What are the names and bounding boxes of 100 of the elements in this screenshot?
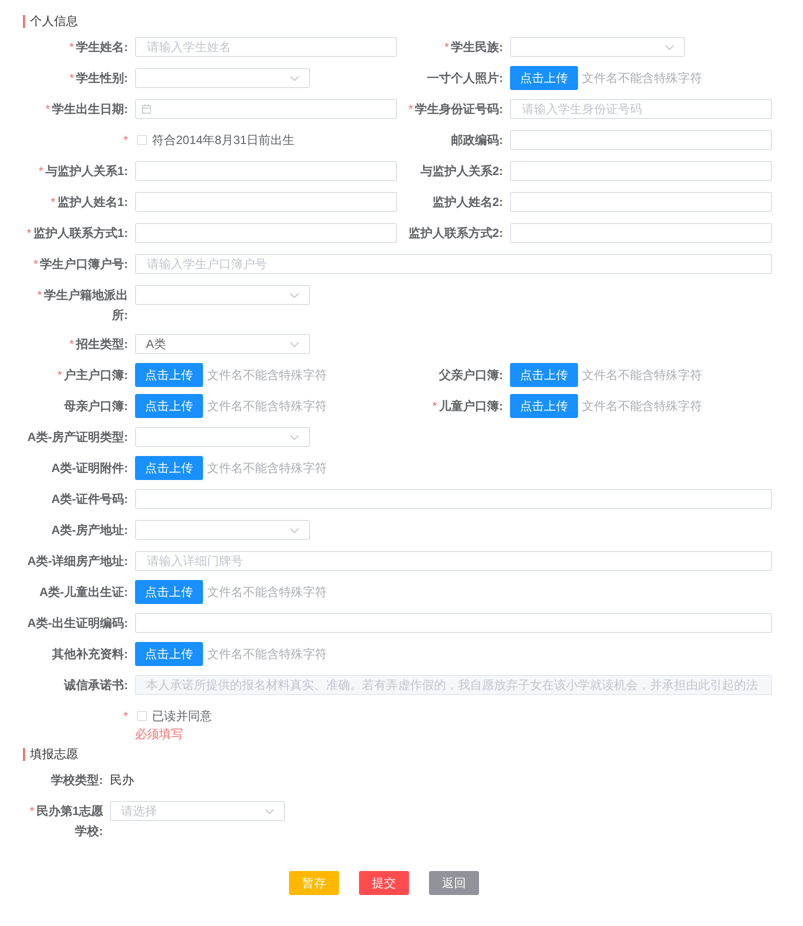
field-label: A类-房产地址: (51, 523, 128, 537)
field-label: 学生户籍地派出所: (44, 288, 128, 322)
submit-button[interactable]: 提交 (359, 871, 409, 895)
field-label: 监护人联系方式1: (33, 226, 128, 240)
upload-hint: 文件名不能含特殊字符 (207, 367, 327, 384)
required-mark: * (444, 40, 449, 54)
field-label: 学生姓名: (76, 40, 128, 54)
select-field[interactable]: A类 (135, 334, 310, 354)
input-field[interactable] (510, 192, 772, 212)
upload-hint: 文件名不能含特殊字符 (207, 460, 327, 477)
upload-button[interactable]: 点击上传 (135, 580, 203, 604)
field-label: 与监护人关系2: (420, 164, 503, 178)
field-label: 与监护人关系1: (45, 164, 128, 178)
select-field[interactable] (510, 37, 685, 57)
upload-button[interactable]: 点击上传 (135, 642, 203, 666)
field-label: A类-儿童出生证: (39, 585, 128, 599)
input-field[interactable] (510, 130, 772, 150)
required-mark: * (33, 257, 38, 271)
required-mark: * (38, 164, 44, 178)
upload-hint: 文件名不能含特殊字符 (582, 70, 702, 87)
select-field[interactable]: 请选择 (110, 801, 285, 821)
required-mark: * (26, 226, 32, 240)
input-field[interactable] (135, 161, 397, 181)
field-label: A类-详细房产地址: (27, 554, 128, 568)
field-label: 父亲户口簿: (439, 368, 503, 382)
input-field[interactable]: 请输入学生身份证号码 (510, 99, 772, 119)
input-field[interactable]: 请输入详细门牌号 (135, 551, 772, 571)
caret-icon (290, 434, 299, 440)
field-label: 监护人联系方式2: (408, 226, 503, 240)
required-mark: * (57, 368, 62, 382)
upload-hint: 文件名不能含特殊字符 (582, 367, 702, 384)
date-field[interactable] (135, 99, 397, 119)
required-mark: * (37, 288, 42, 302)
required-mark: * (69, 71, 74, 85)
required-mark: * (432, 399, 437, 413)
required-mark: * (123, 709, 128, 723)
field-label: A类-证件号码: (51, 492, 128, 506)
upload-button[interactable]: 点击上传 (135, 394, 203, 418)
input-field[interactable] (135, 489, 772, 509)
required-mark: * (123, 133, 128, 147)
required-mark: * (30, 804, 34, 818)
upload-hint: 文件名不能含特殊字符 (207, 646, 327, 663)
field-label: A类-出生证明编码: (27, 616, 128, 630)
caret-icon (290, 292, 299, 298)
upload-button[interactable]: 点击上传 (135, 363, 203, 387)
section-title: 个人信息 (30, 13, 78, 29)
upload-button[interactable]: 点击上传 (135, 456, 203, 480)
field-label: 学生民族: (451, 40, 503, 54)
input-field[interactable] (135, 223, 397, 243)
required-mark: * (69, 40, 74, 54)
required-mark: * (69, 337, 74, 351)
input-field[interactable]: 请输入学生户口簿户号 (135, 254, 772, 274)
field-label: A类-房产证明类型: (27, 430, 128, 444)
select-field[interactable] (135, 68, 310, 88)
save-draft-button[interactable]: 暂存 (289, 871, 339, 895)
checkbox[interactable] (137, 135, 147, 145)
upload-hint: 文件名不能含特殊字符 (207, 398, 327, 415)
upload-button[interactable]: 点击上传 (510, 66, 578, 90)
required-mark: * (45, 102, 50, 116)
field-label: 监护人姓名1: (57, 195, 128, 209)
upload-hint: 文件名不能含特殊字符 (207, 584, 327, 601)
caret-icon (290, 76, 299, 80)
error-message: 必须填写 (135, 726, 184, 742)
field-label: A类-证明附件: (51, 461, 128, 475)
field-label: 监护人姓名2: (432, 195, 503, 209)
checkbox-label: 已读并同意 (152, 708, 212, 725)
input-field[interactable] (510, 223, 772, 243)
caret-icon (265, 808, 274, 814)
field-value: 民办 (110, 772, 134, 789)
field-label: 户主户口簿: (64, 368, 128, 382)
field-label: 学生户口簿户号: (40, 257, 128, 271)
back-button[interactable]: 返回 (429, 871, 479, 895)
field-label: 学生性别: (76, 71, 128, 85)
upload-hint: 文件名不能含特殊字符 (582, 398, 702, 415)
select-field[interactable] (135, 520, 310, 540)
field-label: 一寸个人照片: (427, 71, 503, 85)
input-field[interactable]: 请输入学生姓名 (135, 37, 397, 57)
caret-icon (665, 44, 674, 50)
field-label: 学生出生日期: (52, 102, 128, 116)
checkbox[interactable] (137, 711, 147, 721)
input-field[interactable] (510, 161, 772, 181)
checkbox-label: 符合2014年8月31日前出生 (152, 132, 295, 149)
field-label: 诚信承诺书: (64, 678, 128, 692)
field-label: 民办第1志愿学校: (36, 804, 103, 838)
section-title: 填报志愿 (30, 746, 78, 762)
upload-button[interactable]: 点击上传 (510, 363, 578, 387)
required-mark: * (50, 195, 56, 209)
input-field[interactable] (135, 613, 772, 633)
caret-icon (290, 528, 299, 532)
upload-button[interactable]: 点击上传 (510, 394, 578, 418)
field-label: 邮政编码: (451, 133, 503, 147)
field-label: 学生身份证号码: (415, 102, 503, 116)
select-field[interactable] (135, 427, 310, 447)
calendar-icon (142, 104, 152, 114)
caret-icon (290, 342, 299, 346)
input-field[interactable] (135, 192, 397, 212)
select-field[interactable] (135, 285, 310, 305)
field-label: 母亲户口簿: (64, 399, 128, 413)
field-label: 儿童户口簿: (439, 399, 503, 413)
field-label: 学校类型: (51, 773, 103, 787)
